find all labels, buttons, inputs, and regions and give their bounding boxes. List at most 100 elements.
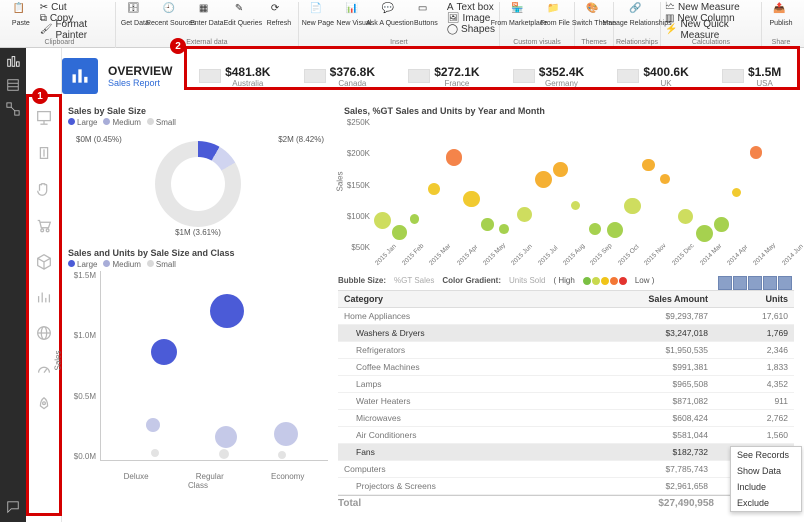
data-point[interactable] — [463, 191, 479, 207]
data-point[interactable] — [732, 188, 741, 197]
scissors-icon: ✂ — [40, 2, 48, 13]
data-point[interactable] — [642, 159, 654, 171]
more-icon[interactable] — [778, 276, 792, 290]
ask-question-button[interactable]: 💬Ask A Question — [373, 2, 407, 36]
paste-button[interactable]: 📋 Paste — [6, 2, 36, 36]
bubble-class-visual[interactable]: Sales and Units by Sale Size and Class L… — [62, 244, 334, 502]
comments-button[interactable] — [4, 498, 22, 516]
theme-icon: 🎨 — [586, 3, 602, 19]
from-file-button[interactable]: 📁From File — [538, 2, 572, 36]
context-menu-item[interactable]: Include — [731, 479, 801, 495]
data-point[interactable] — [392, 225, 407, 240]
shapes-button[interactable]: ◯Shapes — [445, 24, 497, 35]
data-point[interactable] — [499, 224, 509, 234]
marketplace-icon: 🏪 — [511, 3, 527, 19]
ribbon-toolbar: 📋 Paste ✂Cut ⧉Copy 🖌Format Painter Clipb… — [0, 0, 804, 48]
recent-sources-button[interactable]: 🕘Recent Sources — [154, 2, 188, 36]
data-point[interactable] — [535, 171, 552, 188]
annotation-badge-1: 1 — [32, 88, 48, 104]
chart-legend: Large Medium Small — [62, 260, 334, 271]
get-data-button[interactable]: 🗄Get Data — [118, 2, 152, 36]
table-row[interactable]: Fans$182,7322,071 — [338, 444, 794, 461]
new-measure-button[interactable]: 🗠New Measure — [663, 2, 759, 13]
report-canvas: 2 OVERVIEW Sales Report $481.8KAustralia… — [62, 48, 804, 522]
chart-title: Sales by Sale Size — [62, 102, 334, 118]
enter-data-button[interactable]: ▦Enter Data — [190, 2, 224, 36]
context-menu-item[interactable]: See Records — [731, 447, 801, 463]
recent-icon: 🕘 — [163, 3, 179, 19]
plot-area — [100, 271, 328, 461]
table-row[interactable]: Projectors & Screens$2,961,658 — [338, 478, 794, 495]
table-row[interactable]: Computers$7,785,743 — [338, 461, 794, 478]
data-point[interactable] — [553, 162, 568, 177]
x-axis: 2015 Jan2015 Feb2015 Mar2015 Apr2015 May… — [374, 252, 790, 274]
cut-button[interactable]: ✂Cut — [38, 2, 113, 13]
y-axis: $1.5M$1.0M$0.5M$0.0M — [66, 271, 96, 461]
table-row[interactable]: Washers & Dryers$3,247,0181,769 — [338, 325, 794, 342]
report-view-tab[interactable] — [4, 52, 22, 70]
data-point[interactable] — [374, 212, 391, 229]
visual-action-bar — [718, 276, 792, 290]
page-icon: 📄 — [310, 3, 326, 19]
format-painter-button[interactable]: 🖌Format Painter — [38, 24, 113, 35]
data-point[interactable] — [660, 174, 670, 184]
table-row[interactable]: Coffee Machines$991,3811,833 — [338, 359, 794, 376]
callout: $1M (3.61%) — [175, 228, 221, 237]
page-title: OVERVIEW — [108, 64, 172, 78]
table-row[interactable]: Microwaves$608,4242,762 — [338, 410, 794, 427]
column-icon: ▥ — [665, 13, 674, 24]
data-point[interactable] — [481, 218, 493, 230]
data-point[interactable] — [750, 146, 763, 159]
table-row[interactable]: Lamps$965,5084,352 — [338, 376, 794, 393]
chart-title: Sales and Units by Sale Size and Class — [62, 244, 334, 260]
data-point[interactable] — [696, 225, 713, 242]
context-menu-item[interactable]: Exclude — [731, 495, 801, 511]
database-icon: 🗄 — [127, 3, 143, 19]
data-point[interactable] — [410, 214, 420, 224]
focus-icon[interactable] — [763, 276, 777, 290]
publish-button[interactable]: 📤Publish — [764, 2, 798, 36]
image-button[interactable]: 🖼Image — [445, 13, 497, 24]
table-row[interactable]: Refrigerators$1,950,5352,346 — [338, 342, 794, 359]
table-row[interactable]: Air Conditioners$581,0441,560 — [338, 427, 794, 444]
plot-area — [374, 118, 790, 252]
publish-icon: 📤 — [773, 3, 789, 19]
new-quick-measure-button[interactable]: ⚡New Quick Measure — [663, 24, 759, 35]
data-point[interactable] — [446, 149, 462, 165]
model-view-tab[interactable] — [4, 100, 22, 118]
data-point[interactable] — [624, 198, 640, 214]
drill-up-icon[interactable] — [718, 276, 732, 290]
data-point[interactable] — [589, 223, 602, 236]
scatter-time-visual[interactable]: Sales, %GT Sales and Units by Year and M… — [338, 102, 794, 274]
manage-relationships-button[interactable]: 🔗Manage Relationships — [620, 2, 654, 36]
from-marketplace-button[interactable]: 🏪From Marketplace — [502, 2, 536, 36]
shapes-icon: ◯ — [447, 24, 458, 35]
text-box-button[interactable]: AText box — [445, 2, 497, 13]
drill-down-icon[interactable] — [733, 276, 747, 290]
data-view-tab[interactable] — [4, 76, 22, 94]
data-point[interactable] — [517, 207, 532, 222]
overview-icon — [62, 58, 98, 94]
table-visual[interactable]: Category Sales Amount Units Home Applian… — [338, 290, 794, 502]
data-point[interactable] — [571, 201, 580, 210]
buttons-button[interactable]: ▭Buttons — [409, 2, 443, 36]
context-menu: See RecordsShow DataIncludeExclude — [730, 446, 802, 512]
button-icon: ▭ — [418, 3, 434, 19]
x-axis-label: Class — [62, 481, 334, 490]
refresh-icon: ⟳ — [271, 3, 287, 19]
switch-theme-button[interactable]: 🎨Switch Theme — [577, 2, 611, 36]
expand-icon[interactable] — [748, 276, 762, 290]
donut-chart-visual[interactable]: Sales by Sale Size Large Medium Small $0… — [62, 102, 334, 242]
data-point[interactable] — [428, 183, 441, 196]
table-row[interactable]: Water Heaters$871,082911 — [338, 393, 794, 410]
new-page-button[interactable]: 📄New Page — [301, 2, 335, 36]
new-visual-button[interactable]: 📊New Visual — [337, 2, 371, 36]
chart-icon: 📊 — [346, 3, 362, 19]
refresh-button[interactable]: ⟳Refresh — [262, 2, 296, 36]
table-row[interactable]: Home Appliances$9,293,78717,610 — [338, 308, 794, 325]
edit-queries-button[interactable]: ✎Edit Queries — [226, 2, 260, 36]
data-point[interactable] — [714, 217, 729, 232]
context-menu-item[interactable]: Show Data — [731, 463, 801, 479]
data-point[interactable] — [607, 222, 624, 239]
data-point[interactable] — [678, 209, 693, 224]
